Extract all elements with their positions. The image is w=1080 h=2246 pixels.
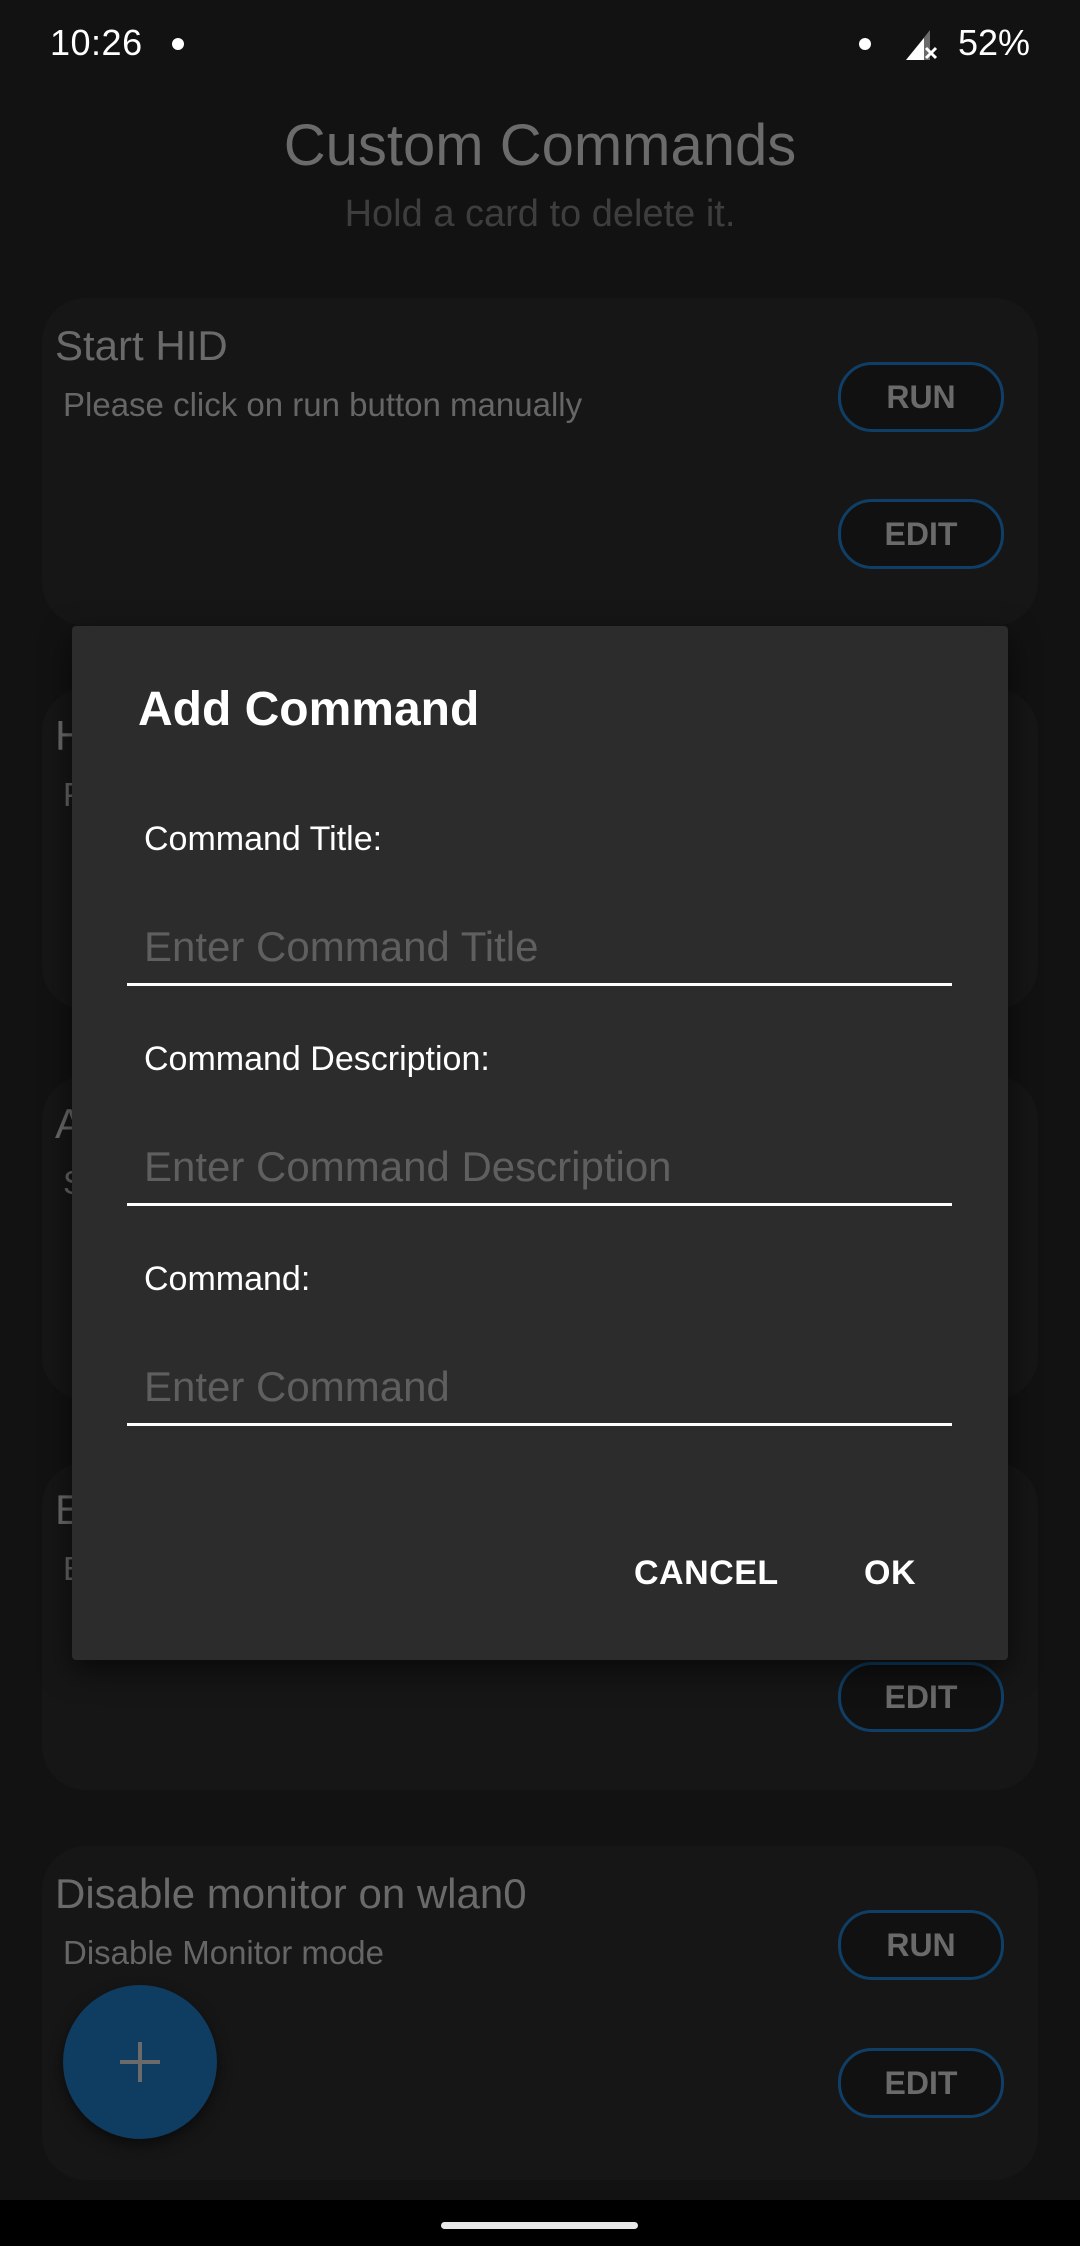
home-gesture-handle[interactable] [441,2222,638,2229]
navigation-bar [0,2200,1080,2246]
edit-button[interactable]: EDIT [838,499,1004,569]
custom-commands-screen: 10:26 52% Custom Commands Hold a card to… [0,0,1080,2246]
card-description: Disable Monitor mode [63,1934,384,1971]
edit-button[interactable]: EDIT [838,1662,1004,1732]
ok-button[interactable]: OK [864,1554,916,1593]
command-title-label: Command Title: [144,820,383,858]
run-button[interactable]: RUN [838,1910,1004,1980]
notification-dot-icon [859,38,871,50]
notification-dot-icon [172,38,184,50]
cancel-button[interactable]: CANCEL [634,1554,779,1593]
add-command-dialog: Add Command Command Title: Command Descr… [72,626,1008,1660]
command-title-input[interactable] [127,916,952,986]
command-card[interactable]: Start HID Please click on run button man… [42,298,1038,626]
card-description: Please click on run button manually [63,386,583,423]
command-description-input[interactable] [127,1136,952,1206]
page-title: Custom Commands [283,113,797,178]
signal-no-data-icon [906,30,938,60]
card-title: Start HID [55,322,228,369]
page-subtitle: Hold a card to delete it. [344,193,736,235]
status-bar: 10:26 52% [0,0,1080,86]
add-command-fab[interactable] [63,1985,217,2139]
command-description-label: Command Description: [144,1040,490,1078]
dialog-title: Add Command [138,683,480,736]
battery-percentage: 52% [958,22,1031,63]
status-time: 10:26 [50,22,143,63]
card-title: Disable monitor on wlan0 [55,1870,527,1917]
command-label: Command: [144,1260,311,1298]
edit-button[interactable]: EDIT [838,2048,1004,2118]
run-button[interactable]: RUN [838,362,1004,432]
command-input[interactable] [127,1356,952,1426]
